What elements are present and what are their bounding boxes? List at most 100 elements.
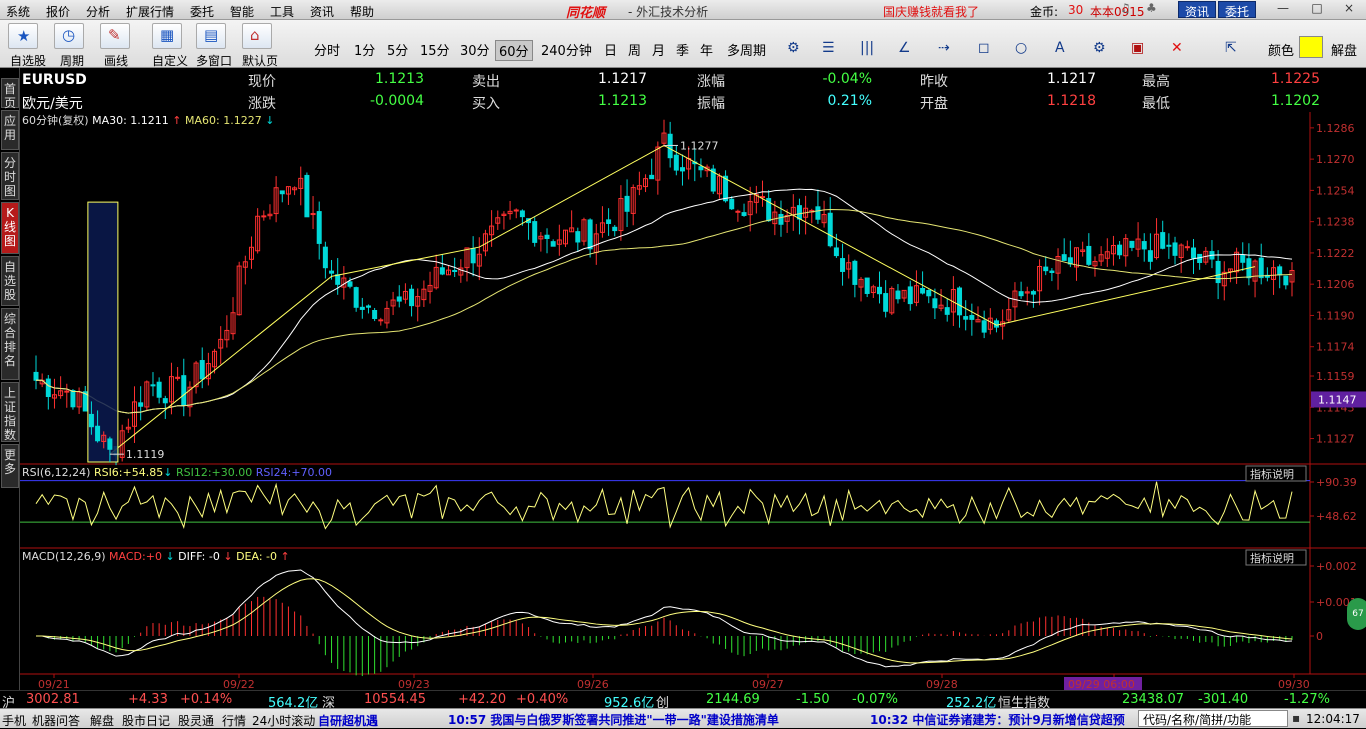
sidetab-0[interactable]: 首页 xyxy=(1,78,19,110)
candle xyxy=(606,219,612,224)
period-15min[interactable]: 15分 xyxy=(420,40,450,59)
quote-label-1-3: 开盘 xyxy=(920,96,948,112)
candle xyxy=(1018,291,1024,297)
symbol-name: 欧元/美元 xyxy=(22,96,83,112)
lock-icon[interactable]: ▪ xyxy=(1292,711,1300,725)
period-year[interactable]: 年 xyxy=(700,40,713,59)
notification-badge[interactable]: 67 xyxy=(1347,598,1366,630)
menu-analysis[interactable]: 分析 xyxy=(86,3,110,20)
period-settings-icon[interactable]: ⚙ xyxy=(787,40,800,56)
bottom-tab-6[interactable]: 24小时滚动 xyxy=(252,712,315,729)
x-tick-label: 09/28 xyxy=(926,678,958,690)
candle xyxy=(335,274,341,285)
circle-icon[interactable]: ○ xyxy=(1015,40,1027,56)
rsi-legend-part-3: ↓ xyxy=(163,466,176,479)
candle xyxy=(1147,250,1153,262)
angle-icon[interactable]: ∠ xyxy=(898,40,911,56)
minimize-button[interactable]: — xyxy=(1272,1,1294,18)
main-legend-part-4: MA60: xyxy=(185,114,223,127)
bottom-tab-4[interactable]: 股灵通 xyxy=(178,712,214,729)
custom-button[interactable]: ▦ xyxy=(152,23,182,49)
drawline-button[interactable]: ✎ xyxy=(100,23,130,49)
menu-trade[interactable]: 委托 xyxy=(190,3,214,20)
menu-quote[interactable]: 报价 xyxy=(46,3,70,20)
menu-extended-quote[interactable]: 扩展行情 xyxy=(126,3,174,20)
menu-tools[interactable]: 工具 xyxy=(270,3,294,20)
ray-icon[interactable]: ⇢ xyxy=(938,40,950,56)
bell-icon[interactable]: ♫ xyxy=(1120,1,1131,15)
drawline-label: 画线 xyxy=(104,54,129,68)
maximize-button[interactable]: □ xyxy=(1306,1,1328,18)
y-tick-label: 1.1206 xyxy=(1316,278,1355,291)
candle xyxy=(1117,244,1123,256)
bottom-tab-7[interactable]: 自研超机遇 xyxy=(318,712,378,729)
period-button[interactable]: ◷ xyxy=(54,23,84,49)
news-ticker-2[interactable]: 10:32 中信证券诸建芳：预计9月新增信贷超预 xyxy=(870,711,1136,728)
default-page-button[interactable]: ⌂ xyxy=(242,23,272,49)
clock-icon: ◷ xyxy=(62,26,76,44)
sidetab-6[interactable]: 上证指数 xyxy=(1,382,19,442)
candle xyxy=(587,219,593,250)
favorites-button[interactable]: ★ xyxy=(8,23,38,49)
rsi-legend-part-7: +70.00 xyxy=(291,466,332,479)
menu-lines-icon[interactable]: ☰ xyxy=(822,40,835,56)
shirt-icon[interactable]: ♣ xyxy=(1146,1,1157,15)
code-search-input[interactable]: 代码/名称/简拼/功能 xyxy=(1138,710,1288,727)
delete-icon[interactable]: ✕ xyxy=(1171,40,1183,56)
indicator-help-label: 指标说明 xyxy=(1250,467,1294,481)
period-day[interactable]: 日 xyxy=(604,40,617,59)
candle xyxy=(1277,266,1283,276)
quote-value-0-4: 1.1225 xyxy=(1271,71,1320,87)
period-30min[interactable]: 30分 xyxy=(460,40,490,59)
menu-system[interactable]: 系统 xyxy=(6,3,30,20)
menu-news[interactable]: 资讯 xyxy=(310,3,334,20)
period-week[interactable]: 周 xyxy=(628,40,641,59)
bottom-tab-3[interactable]: 股市日记 xyxy=(122,712,170,729)
macd-tick-label: 0 xyxy=(1316,630,1323,643)
sidetab-5[interactable]: 综合排名 xyxy=(1,308,19,380)
rectangle-icon[interactable]: ◻ xyxy=(978,40,990,56)
sidetab-2[interactable]: 分时图 xyxy=(1,152,19,200)
promo-link[interactable]: 国庆赚钱就看我了 xyxy=(883,3,979,20)
grid-icon: ▦ xyxy=(160,26,175,44)
unlock-button[interactable]: 解盘 xyxy=(1331,40,1357,59)
menu-help[interactable]: 帮助 xyxy=(350,3,374,20)
candle xyxy=(741,212,747,216)
period-month[interactable]: 月 xyxy=(652,40,665,59)
sidetab-1[interactable]: 应用 xyxy=(1,110,19,150)
period-multi[interactable]: 多周期 xyxy=(727,40,766,59)
save-shape-icon[interactable]: ▣ xyxy=(1131,40,1144,56)
period-1min[interactable]: 1分 xyxy=(354,40,375,59)
period-quarter[interactable]: 季 xyxy=(676,40,689,59)
multiwindow-button[interactable]: ▤ xyxy=(196,23,226,49)
bottom-tab-5[interactable]: 行情 xyxy=(222,712,246,729)
bottom-tab-0[interactable]: 手机 xyxy=(2,712,26,729)
period-60min[interactable]: 60分 xyxy=(495,40,533,61)
candle xyxy=(304,174,310,218)
candle xyxy=(470,247,476,264)
sidetab-4[interactable]: 自选股 xyxy=(1,256,19,306)
trade-button[interactable]: 委托 xyxy=(1218,1,1257,19)
bars-icon[interactable]: ||| xyxy=(860,40,874,56)
period-timeshare[interactable]: 分时 xyxy=(314,40,340,59)
sidetab-3[interactable]: K线图 xyxy=(1,202,19,254)
candle xyxy=(1160,232,1166,249)
bottom-tab-2[interactable]: 解盘 xyxy=(90,712,114,729)
chart-area[interactable]: 1.1286 1.1270 1.1254 1.1238 1.1222 1.1206 1.11… xyxy=(20,112,1366,690)
gear-icon[interactable]: ⚙ xyxy=(1093,40,1106,56)
period-5min[interactable]: 5分 xyxy=(387,40,408,59)
info-button[interactable]: 资讯 xyxy=(1178,1,1217,19)
news-ticker-1[interactable]: 10:57 我国与白俄罗斯签署共同推进"一带一路"建设措施清单 xyxy=(448,711,856,728)
period-240min[interactable]: 240分钟 xyxy=(541,40,592,59)
rsi6-line xyxy=(35,481,1293,530)
rsi-legend-part-6: RSI24: xyxy=(256,466,292,479)
export-icon[interactable]: ⇱ xyxy=(1225,40,1237,56)
text-icon[interactable]: A xyxy=(1055,40,1065,56)
star-icon: ★ xyxy=(17,27,31,45)
close-button[interactable]: × xyxy=(1338,1,1360,18)
bottom-tab-1[interactable]: 机器问答 xyxy=(32,712,80,729)
color-swatch[interactable] xyxy=(1299,36,1323,58)
candle xyxy=(156,381,162,398)
sidetab-7[interactable]: 更多 xyxy=(1,444,19,488)
menu-smart[interactable]: 智能 xyxy=(230,3,254,20)
